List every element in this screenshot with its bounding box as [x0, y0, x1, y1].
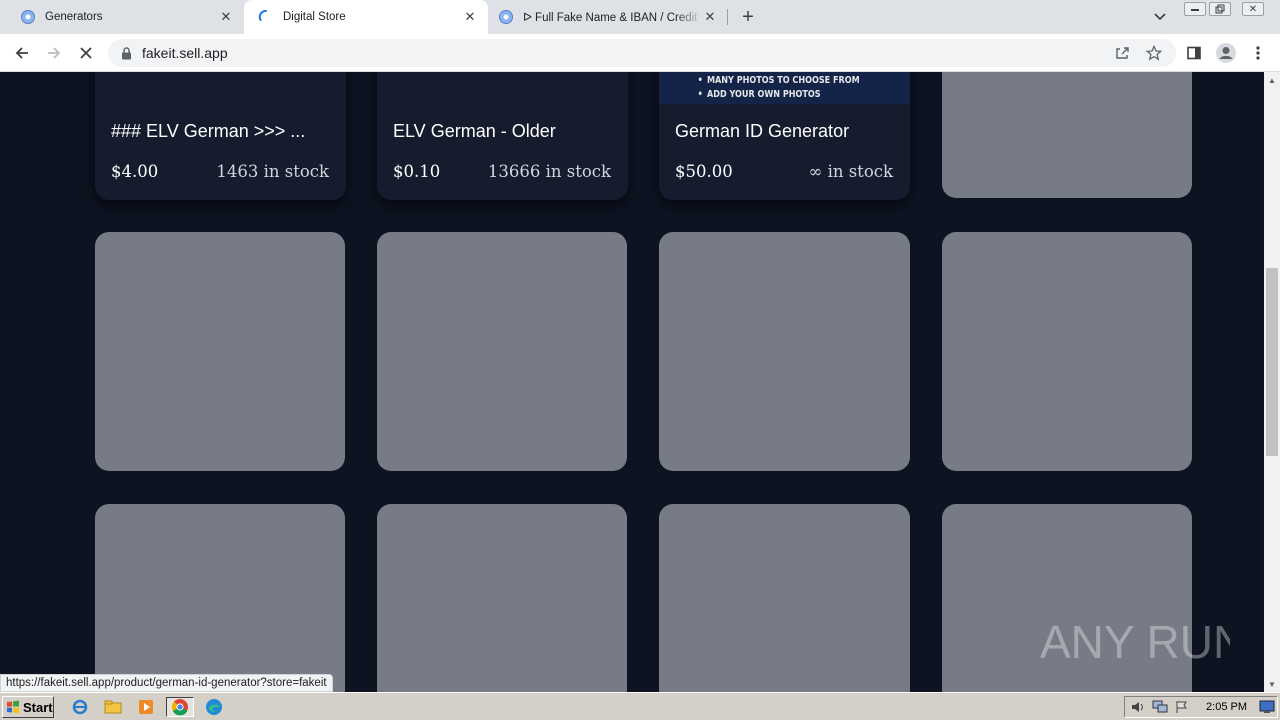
loading-card-placeholder	[659, 504, 910, 692]
product-name: ### ELV German >>> ...	[111, 121, 306, 141]
product-stock: ∞ in stock	[808, 162, 893, 181]
promo-line: ADD YOUR OWN PHOTOS	[698, 89, 821, 100]
link-status-bubble: https://fakeit.sell.app/product/german-i…	[0, 674, 333, 692]
restore-window-button[interactable]	[1209, 2, 1231, 16]
product-card[interactable]: ELV German - Older $0.10 13666 in stock	[377, 72, 628, 200]
chrome-menu-icon[interactable]	[1246, 41, 1270, 65]
watermark-text: ANY RUN	[1040, 616, 1230, 668]
side-panel-icon[interactable]	[1182, 41, 1206, 65]
close-tab-icon[interactable]: ✕	[218, 9, 234, 25]
product-name: German ID Generator	[675, 121, 850, 141]
windows-logo-icon	[7, 700, 19, 714]
show-desktop-icon[interactable]	[1256, 697, 1278, 717]
scrollbar-thumb[interactable]	[1266, 268, 1278, 456]
product-price: $50.00	[675, 162, 733, 181]
scroll-up-arrow-icon[interactable]: ▲	[1264, 72, 1280, 88]
tab-title: Digital Store	[283, 11, 346, 23]
product-stock: 1463 in stock	[216, 162, 329, 181]
product-stock: 13666 in stock	[487, 162, 611, 181]
tab-fake-name[interactable]: ᐅ Full Fake Name & IBAN / Credit Ca ✕	[488, 0, 728, 34]
close-window-button[interactable]: ✕	[1242, 2, 1264, 16]
close-tab-icon[interactable]: ✕	[462, 9, 478, 25]
product-name: ELV German - Older	[393, 121, 556, 141]
address-bar[interactable]: fakeit.sell.app	[108, 39, 1176, 67]
tab-separator	[727, 9, 728, 25]
bookmark-star-icon[interactable]	[1142, 41, 1166, 65]
start-button[interactable]: Start	[2, 696, 54, 718]
loading-card-placeholder	[942, 72, 1192, 198]
chrome-taskbar-icon[interactable]	[166, 697, 194, 717]
tab-title: Generators	[45, 11, 103, 23]
url-text[interactable]: fakeit.sell.app	[142, 45, 1176, 61]
tab-generators[interactable]: Generators ✕	[0, 0, 244, 34]
tab-search-chevron-icon[interactable]	[1152, 9, 1168, 25]
product-card[interactable]: ### ELV German >>> ... $4.00 1463 in sto…	[95, 72, 346, 200]
loading-card-placeholder	[942, 232, 1192, 471]
browser-toolbar: fakeit.sell.app	[0, 34, 1280, 72]
promo-line: MANY PHOTOS TO CHOOSE FROM	[698, 75, 860, 86]
product-thumbnail: MANY PHOTOS TO CHOOSE FROM ADD YOUR OWN …	[659, 72, 910, 104]
anyrun-watermark: ANY RUN	[1040, 610, 1230, 672]
share-icon[interactable]	[1110, 41, 1134, 65]
new-tab-button[interactable]: +	[736, 5, 760, 29]
fake-name-favicon-icon	[498, 9, 514, 25]
edge-icon[interactable]	[203, 697, 225, 717]
anyrun-logo-icon: ANY RUN	[1040, 616, 1230, 668]
product-price: $0.10	[393, 162, 441, 181]
action-center-flag-icon[interactable]	[1173, 699, 1191, 715]
loading-spinner-icon	[258, 9, 274, 25]
product-card[interactable]: MANY PHOTOS TO CHOOSE FROM ADD YOUR OWN …	[659, 72, 910, 200]
page-viewport: ### ELV German >>> ... $4.00 1463 in sto…	[0, 72, 1264, 692]
loading-card-placeholder	[377, 232, 627, 471]
loading-card-placeholder	[377, 504, 627, 692]
media-player-icon[interactable]	[135, 697, 157, 717]
loading-card-placeholder	[95, 232, 345, 471]
internet-explorer-icon[interactable]	[69, 697, 91, 717]
taskbar-clock[interactable]: 2:05 PM	[1206, 701, 1247, 713]
minimize-window-button[interactable]	[1184, 2, 1206, 16]
network-icon[interactable]	[1151, 699, 1169, 715]
generators-favicon-icon	[20, 9, 36, 25]
page-scrollbar[interactable]: ▲ ▼	[1264, 72, 1280, 692]
forward-arrow-icon[interactable]	[42, 41, 66, 65]
loading-card-placeholder	[95, 504, 345, 692]
tab-digital-store[interactable]: Digital Store ✕	[244, 0, 488, 34]
loading-card-placeholder	[659, 232, 910, 471]
tab-strip: Generators ✕ Digital Store ✕ ᐅ Full Fake…	[0, 0, 1280, 34]
start-label: Start	[23, 699, 53, 715]
product-price: $4.00	[111, 162, 159, 181]
volume-icon[interactable]	[1129, 699, 1147, 715]
stop-loading-icon[interactable]	[74, 41, 98, 65]
scroll-down-arrow-icon[interactable]: ▼	[1264, 676, 1280, 692]
close-tab-icon[interactable]: ✕	[702, 9, 718, 25]
back-arrow-icon[interactable]	[10, 41, 34, 65]
system-tray: 2:05 PM	[1124, 696, 1278, 718]
profile-avatar-icon[interactable]	[1214, 41, 1238, 65]
file-explorer-icon[interactable]	[102, 697, 124, 717]
windows-taskbar: Start 2:05 PM	[0, 692, 1280, 720]
tab-title: ᐅ Full Fake Name & IBAN / Credit Ca	[523, 12, 702, 24]
lock-icon[interactable]	[118, 45, 134, 61]
